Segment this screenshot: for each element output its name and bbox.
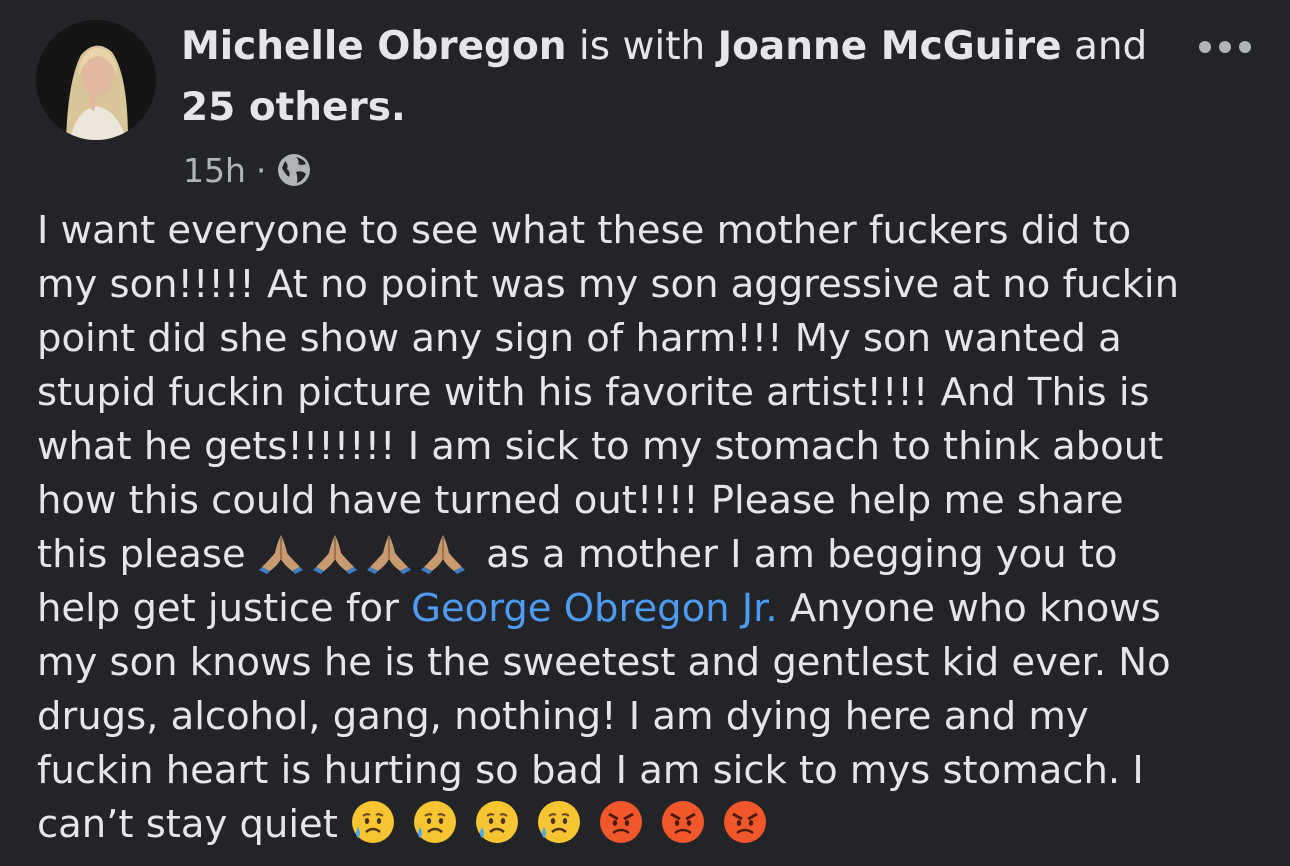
post-line-4: stupid fuckin picture with his favorite … [37,370,1150,415]
post-header-line-1: Michelle Obregon is with Joanne McGuire … [181,24,1147,70]
line-7-end: as a mother I am begging you to [486,532,1118,577]
folded-hands-emoji [420,529,466,575]
post-line-9: my son knows he is the sweetest and gent… [37,640,1171,685]
post-line-5: what he gets!!!!!!! I am sick to my stom… [37,424,1164,469]
post-line-12: can’t stay quiet [37,798,1267,852]
tagged-person-link[interactable]: Joanne McGuire [718,24,1062,69]
more-options-icon[interactable] [1199,37,1251,57]
avatar-photo [36,20,156,140]
author-avatar[interactable] [36,20,156,140]
and-text: and [1061,24,1148,69]
folded-hands-emoji [258,529,304,575]
post-line-6: how this could have turned out!!!! Pleas… [37,478,1124,523]
post-line-8: help get justice for George Obregon Jr. … [37,582,1267,636]
meta-separator: · [255,150,267,190]
post-line-2: my son!!!!! At no point was my son aggre… [37,262,1180,307]
post-timestamp[interactable]: 15h [183,151,246,190]
mention-link[interactable]: George Obregon Jr. [411,586,778,631]
post-line-3: point did she show any sign of harm!!! M… [37,316,1122,361]
folded-hands-emoji [366,529,412,575]
author-name[interactable]: Michelle Obregon [181,24,567,69]
line-8-start: help get justice for [37,586,412,631]
more-dot [1199,41,1211,53]
more-dot [1219,41,1231,53]
post-line-1: I want everyone to see what these mother… [37,208,1132,253]
line-7-start: this please [37,532,246,577]
sad-sweat-face-emoji [536,799,582,845]
post-line-10: drugs, alcohol, gang, nothing! I am dyin… [37,694,1089,739]
post-line-7: this please as a mother I am begging you… [37,528,1267,582]
others-link[interactable]: 25 others. [181,85,406,130]
angry-face-emoji [598,799,644,845]
sad-sweat-face-emoji [412,799,458,845]
sad-sweat-face-emoji [474,799,520,845]
post-header-line-2: 25 others. [181,85,406,131]
folded-hands-emoji [312,529,358,575]
with-text: is with [566,24,718,69]
last-line-text: can’t stay quiet [37,802,338,847]
line-8-end: Anyone who knows [777,586,1161,631]
more-dot [1239,41,1251,53]
sad-sweat-face-emoji [350,799,396,845]
angry-face-emoji [722,799,768,845]
angry-face-emoji [660,799,706,845]
globe-icon[interactable] [276,152,312,188]
post-line-11: fuckin heart is hurting so bad I am sick… [37,748,1144,793]
post-body: I want everyone to see what these mother… [37,204,1267,852]
post-meta: 15h · [183,150,312,190]
